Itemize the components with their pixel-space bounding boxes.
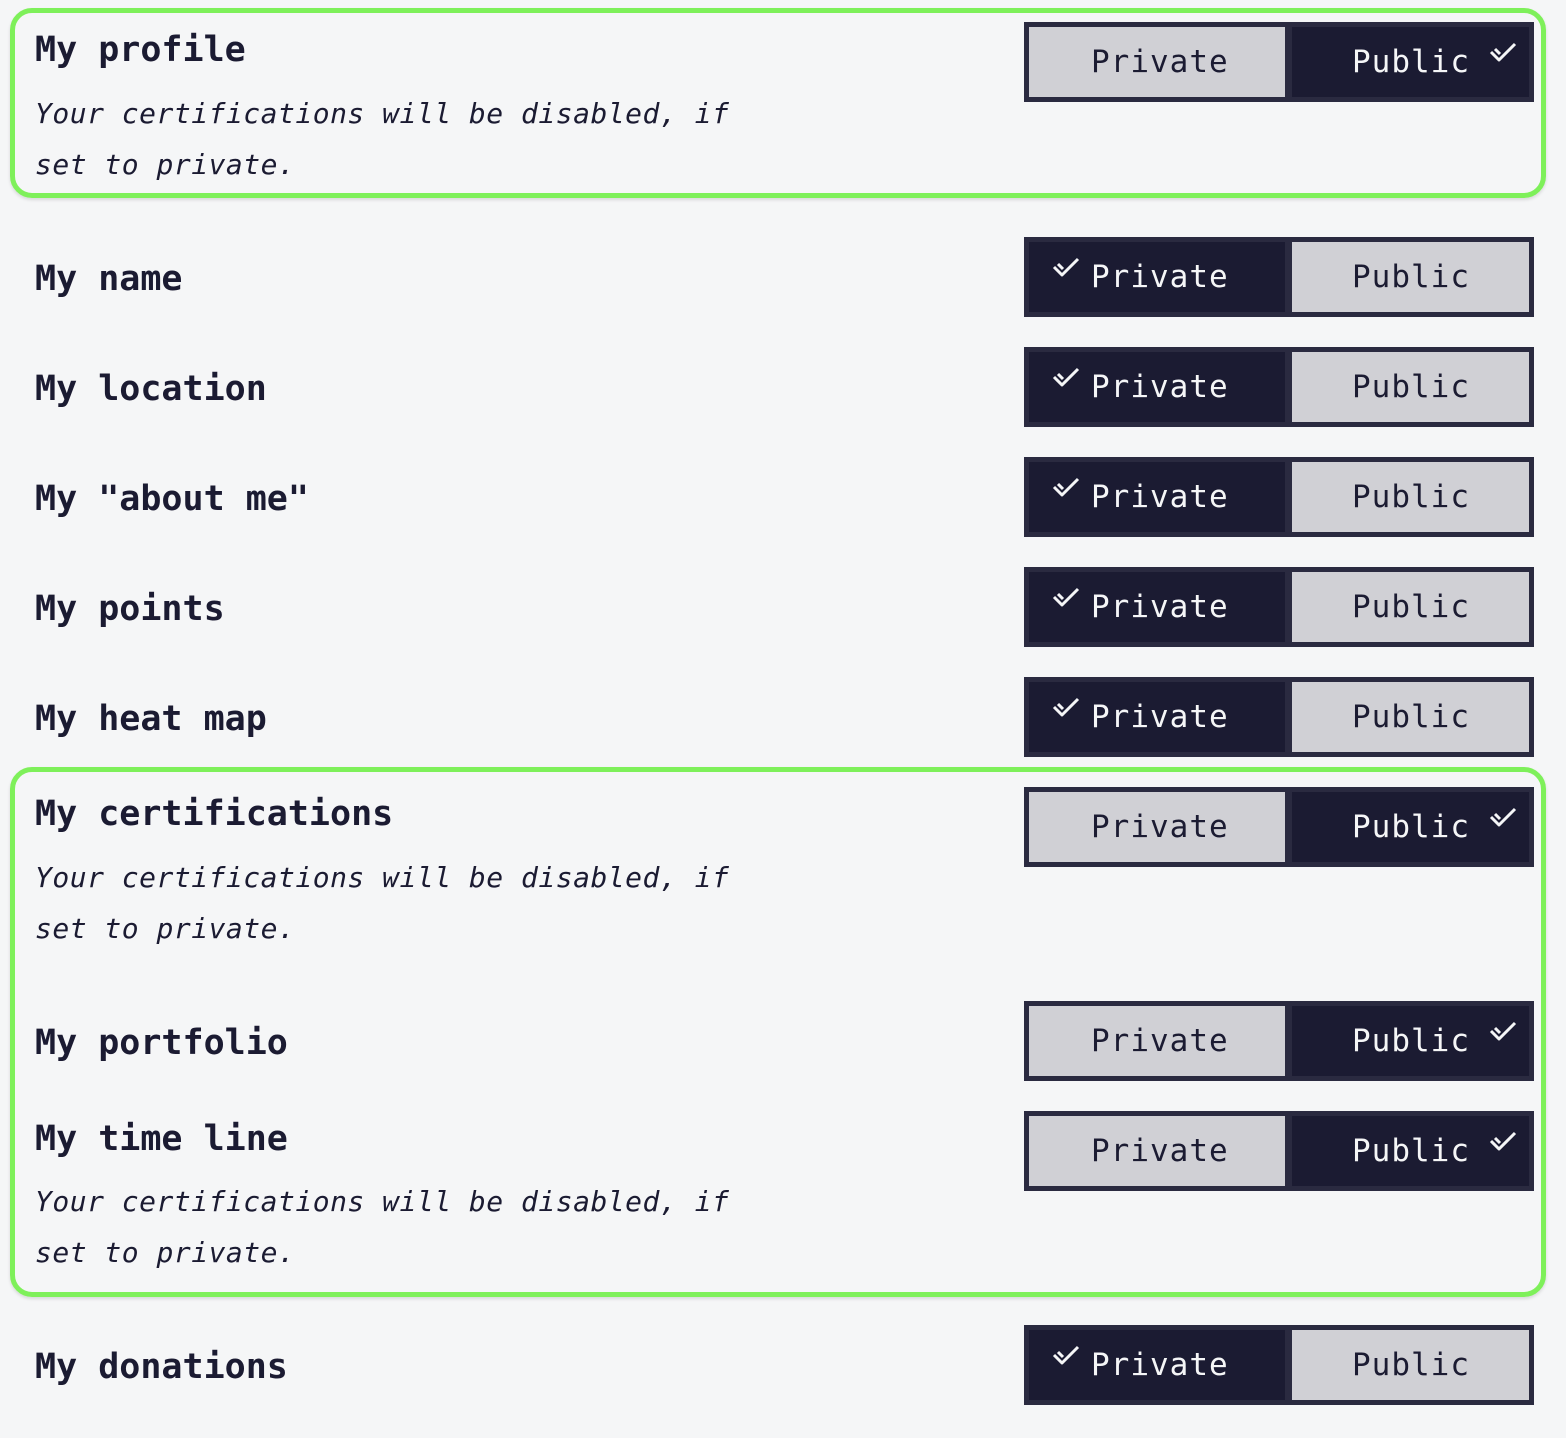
public-button-label: Public xyxy=(1352,1347,1470,1383)
private-button[interactable]: Private xyxy=(1029,242,1285,312)
private-button[interactable]: Private xyxy=(1029,792,1285,862)
public-button[interactable]: Public xyxy=(1292,572,1529,642)
setting-note: Your certifications will be disabled, if… xyxy=(35,861,730,945)
private-button[interactable]: Private xyxy=(1029,462,1285,532)
privacy-toggle: Private Public xyxy=(1024,1111,1534,1191)
check-icon xyxy=(1052,697,1080,717)
public-button[interactable]: Public xyxy=(1292,352,1529,422)
public-button[interactable]: Public xyxy=(1292,462,1529,532)
private-button-label: Private xyxy=(1091,259,1229,295)
public-button-label: Public xyxy=(1352,699,1470,735)
private-button-label: Private xyxy=(1091,369,1229,405)
privacy-toggle: Private Public xyxy=(1024,567,1534,647)
private-button[interactable]: Private xyxy=(1029,352,1285,422)
public-button-label: Public xyxy=(1352,809,1470,845)
setting-label: My portfolio xyxy=(35,1023,288,1063)
check-icon xyxy=(1489,42,1517,62)
setting-label: My certifications xyxy=(35,794,394,834)
setting-label: My time line xyxy=(35,1119,288,1159)
privacy-toggle: Private Public xyxy=(1024,22,1534,102)
privacy-toggle: Private Public xyxy=(1024,1001,1534,1081)
private-button[interactable]: Private xyxy=(1029,27,1285,97)
setting-label: My "about me" xyxy=(35,479,309,519)
check-icon xyxy=(1489,1021,1517,1041)
private-button-label: Private xyxy=(1091,479,1229,515)
public-button[interactable]: Public xyxy=(1292,1116,1529,1186)
private-button[interactable]: Private xyxy=(1029,1006,1285,1076)
private-button-label: Private xyxy=(1091,809,1229,845)
privacy-toggle: Private Public xyxy=(1024,347,1534,427)
check-icon xyxy=(1052,257,1080,277)
setting-note: Your certifications will be disabled, if… xyxy=(35,1185,730,1269)
privacy-toggle: Private Public xyxy=(1024,457,1534,537)
public-button[interactable]: Public xyxy=(1292,1006,1529,1076)
check-icon xyxy=(1489,1131,1517,1151)
public-button-label: Public xyxy=(1352,589,1470,625)
public-button[interactable]: Public xyxy=(1292,1330,1529,1400)
check-icon xyxy=(1489,807,1517,827)
public-button[interactable]: Public xyxy=(1292,27,1529,97)
setting-note: Your certifications will be disabled, if… xyxy=(35,97,730,181)
private-button[interactable]: Private xyxy=(1029,1330,1285,1400)
setting-label: My heat map xyxy=(35,699,267,739)
public-button-label: Public xyxy=(1352,259,1470,295)
setting-label: My donations xyxy=(35,1347,288,1387)
check-icon xyxy=(1052,587,1080,607)
public-button-label: Public xyxy=(1352,479,1470,515)
public-button-label: Public xyxy=(1352,369,1470,405)
private-button[interactable]: Private xyxy=(1029,682,1285,752)
privacy-toggle: Private Public xyxy=(1024,1325,1534,1405)
privacy-toggle: Private Public xyxy=(1024,677,1534,757)
private-button-label: Private xyxy=(1091,1133,1229,1169)
public-button[interactable]: Public xyxy=(1292,682,1529,752)
private-button-label: Private xyxy=(1091,1023,1229,1059)
check-icon xyxy=(1052,367,1080,387)
private-button[interactable]: Private xyxy=(1029,1116,1285,1186)
public-button-label: Public xyxy=(1352,1023,1470,1059)
privacy-toggle: Private Public xyxy=(1024,237,1534,317)
private-button[interactable]: Private xyxy=(1029,572,1285,642)
setting-label: My location xyxy=(35,369,267,409)
setting-label: My points xyxy=(35,589,225,629)
public-button-label: Public xyxy=(1352,44,1470,80)
private-button-label: Private xyxy=(1091,1347,1229,1383)
private-button-label: Private xyxy=(1091,44,1229,80)
private-button-label: Private xyxy=(1091,699,1229,735)
setting-label: My name xyxy=(35,259,183,299)
privacy-toggle: Private Public xyxy=(1024,787,1534,867)
private-button-label: Private xyxy=(1091,589,1229,625)
check-icon xyxy=(1052,477,1080,497)
public-button[interactable]: Public xyxy=(1292,242,1529,312)
setting-label: My profile xyxy=(35,30,246,70)
public-button-label: Public xyxy=(1352,1133,1470,1169)
check-icon xyxy=(1052,1345,1080,1365)
public-button[interactable]: Public xyxy=(1292,792,1529,862)
